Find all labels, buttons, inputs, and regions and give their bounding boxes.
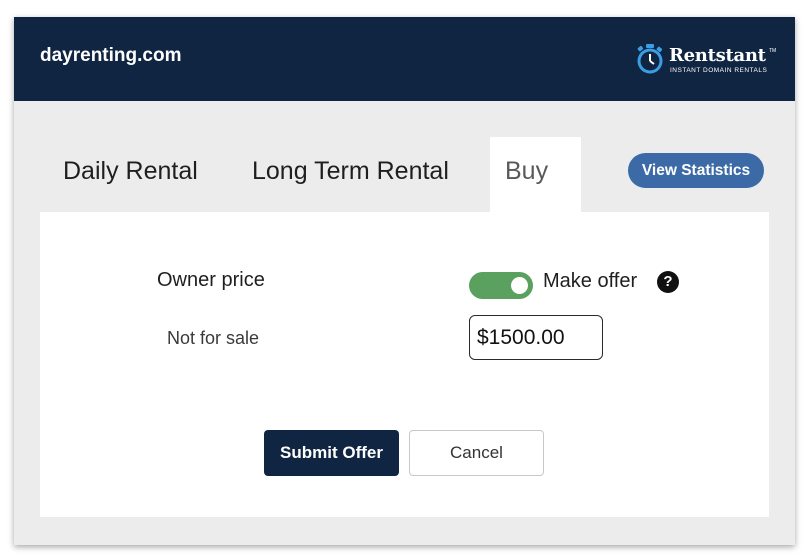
logo-tagline: INSTANT DOMAIN RENTALS bbox=[670, 67, 768, 74]
logo-wordmark: Rentstant bbox=[669, 45, 766, 66]
cancel-button[interactable]: Cancel bbox=[409, 430, 544, 476]
submit-offer-button[interactable]: Submit Offer bbox=[264, 430, 399, 476]
owner-price-value: Not for sale bbox=[167, 328, 260, 348]
rental-widget: dayrenting.com Rentstant TM INSTANT DOMA… bbox=[14, 17, 795, 545]
make-offer-label: Make offer bbox=[543, 270, 638, 292]
rentstant-logo: Rentstant TM INSTANT DOMAIN RENTALS bbox=[636, 42, 776, 78]
owner-price-label: Owner price bbox=[157, 269, 265, 291]
logo-trademark: TM bbox=[769, 48, 777, 54]
tab-buy[interactable]: Buy bbox=[505, 157, 548, 186]
site-name: dayrenting.com bbox=[40, 45, 182, 66]
question-circle-icon[interactable]: ? bbox=[657, 271, 679, 293]
view-statistics-button[interactable]: View Statistics bbox=[628, 153, 764, 188]
header-bar: dayrenting.com Rentstant TM INSTANT DOMA… bbox=[14, 17, 795, 101]
make-offer-toggle[interactable] bbox=[469, 272, 533, 299]
toggle-knob bbox=[511, 277, 528, 294]
buy-panel: Owner price Not for sale Make offer ? Su… bbox=[40, 212, 769, 517]
tab-daily-rental[interactable]: Daily Rental bbox=[63, 157, 198, 186]
stopwatch-icon bbox=[637, 44, 663, 74]
offer-amount-input[interactable] bbox=[469, 315, 603, 360]
tab-long-term-rental[interactable]: Long Term Rental bbox=[252, 157, 449, 186]
